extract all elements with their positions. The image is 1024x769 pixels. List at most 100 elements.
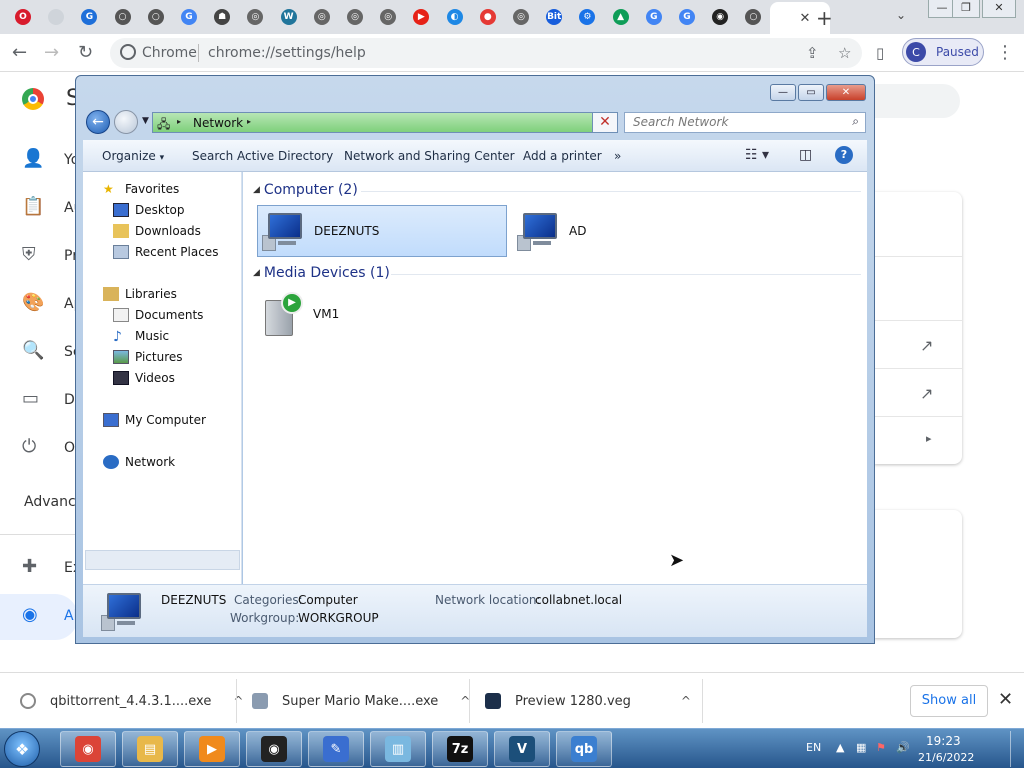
qbittorrent-taskbar[interactable]: qb <box>556 731 612 767</box>
7zip-taskbar[interactable]: 7z <box>432 731 488 767</box>
browser-tab[interactable]: G <box>639 5 669 29</box>
search-active-directory-button[interactable]: Search Active Directory <box>192 149 333 163</box>
browser-restore-button[interactable]: ❐ <box>952 0 980 18</box>
reload-icon[interactable]: ↻ <box>78 42 93 63</box>
forward-button[interactable] <box>114 110 138 134</box>
nav-network[interactable]: Network <box>103 455 175 469</box>
browser-icon[interactable]: ▭ <box>22 388 39 409</box>
organize-button[interactable]: Organize ▾ <box>102 149 164 163</box>
collapse-triangle-icon[interactable]: ◢ <box>253 268 260 278</box>
vegas-taskbar[interactable]: V <box>494 731 550 767</box>
network-tray-icon[interactable]: ▦ <box>856 741 866 754</box>
recent-pages-dropdown-icon[interactable]: ▼ <box>142 116 149 126</box>
shield-icon[interactable]: ⛨ <box>22 244 36 265</box>
nav-pictures[interactable]: Pictures <box>113 350 183 364</box>
browser-tab[interactable]: O <box>8 5 38 29</box>
open-external-icon[interactable]: ↗ <box>920 384 933 403</box>
browser-tab[interactable]: G <box>74 5 104 29</box>
browser-tab[interactable]: ◎ <box>240 5 270 29</box>
download-item[interactable]: Super Mario Make....exe ^ <box>252 693 470 709</box>
browser-tab[interactable]: G <box>174 5 204 29</box>
share-icon[interactable]: ⇪ <box>806 44 819 62</box>
media-device-item-vm1[interactable]: ▶ VM1 <box>257 288 457 340</box>
breadcrumb-arrow-icon[interactable]: ▸ <box>177 117 181 126</box>
clipboard-icon[interactable]: 📋 <box>22 196 44 217</box>
nav-my-computer[interactable]: My Computer <box>103 413 206 427</box>
browser-tab[interactable]: ◎ <box>373 5 403 29</box>
volume-icon[interactable]: 🔊 <box>896 741 910 754</box>
stop-x-icon[interactable]: ✕ <box>592 112 618 133</box>
computer-item-ad[interactable]: AD <box>513 205 713 257</box>
back-arrow-icon[interactable]: ← <box>12 42 27 63</box>
search-icon[interactable]: 🔍 <box>22 340 44 361</box>
notepad-taskbar[interactable]: ▥ <box>370 731 426 767</box>
language-indicator[interactable]: EN <box>806 741 821 754</box>
url-text[interactable]: chrome://settings/help <box>208 45 366 61</box>
group-header-computer[interactable]: ◢ Computer (2) <box>253 182 358 198</box>
back-button[interactable]: ← <box>86 110 110 134</box>
collapse-triangle-icon[interactable]: ◢ <box>253 185 260 195</box>
chevron-right-icon[interactable]: ▸ <box>926 432 932 445</box>
computer-item-deeznuts[interactable]: DEEZNUTS <box>257 205 507 257</box>
puzzle-icon[interactable]: ✚ <box>22 556 37 577</box>
action-center-icon[interactable]: ⚑ <box>876 741 886 754</box>
breadcrumb-network[interactable]: Network <box>193 116 243 130</box>
chevron-up-icon[interactable]: ^ <box>233 694 243 708</box>
start-button[interactable]: ❖ <box>4 731 40 767</box>
show-all-button[interactable]: Show all <box>910 685 988 717</box>
settings-search-box[interactable] <box>870 84 960 118</box>
search-icon[interactable]: ⌕ <box>852 114 859 129</box>
media-player-taskbar[interactable]: ▶ <box>184 731 240 767</box>
breadcrumb-arrow-icon[interactable]: ▸ <box>247 117 251 126</box>
minimize-button[interactable]: — <box>770 84 796 101</box>
close-tab-icon[interactable]: ✕ <box>800 11 811 26</box>
power-icon[interactable]: ⏻ <box>22 436 36 457</box>
chevron-up-icon[interactable]: ^ <box>681 694 691 708</box>
address-bar[interactable]: 🖧 ▸ Network ▸ ▼ <box>152 112 618 133</box>
nav-videos[interactable]: Videos <box>113 371 175 385</box>
paint-taskbar[interactable]: ✎ <box>308 731 364 767</box>
show-hidden-icons-chevron[interactable]: ▲ <box>836 741 844 754</box>
person-icon[interactable]: 👤 <box>22 148 44 169</box>
chrome-taskbar[interactable]: ◉ <box>60 731 116 767</box>
clock-date[interactable]: 21/6/2022 <box>918 751 974 764</box>
nav-documents[interactable]: Documents <box>113 308 203 322</box>
preview-pane-icon[interactable]: ◫ <box>799 147 812 163</box>
bookmark-star-icon[interactable]: ☆ <box>838 44 851 62</box>
palette-icon[interactable]: 🎨 <box>22 292 44 313</box>
search-input[interactable]: Search Network ⌕ <box>624 112 866 133</box>
explorer-taskbar[interactable]: ▤ <box>122 731 178 767</box>
profile-button[interactable]: C Paused <box>902 38 984 66</box>
browser-tab[interactable]: ◎ <box>307 5 337 29</box>
clock-time[interactable]: 19:23 <box>926 734 961 748</box>
browser-close-button[interactable]: ✕ <box>982 0 1016 18</box>
browser-tab[interactable]: ◎ <box>340 5 370 29</box>
browser-tab[interactable]: ◎ <box>506 5 536 29</box>
nav-recent-places[interactable]: Recent Places <box>113 245 218 259</box>
nav-downloads[interactable]: Downloads <box>113 224 201 238</box>
tab-search-chevron-icon[interactable]: ⌄ <box>896 8 906 22</box>
browser-tab[interactable]: ● <box>473 5 503 29</box>
help-icon[interactable]: ? <box>835 146 853 164</box>
browser-tab[interactable]: ☗ <box>207 5 237 29</box>
nav-favorites[interactable]: ★ Favorites <box>103 182 179 196</box>
download-item[interactable]: qbittorrent_4.4.3.1....exe ^ <box>20 693 243 709</box>
menu-kebab-icon[interactable]: ⋮ <box>996 42 1014 63</box>
nav-music[interactable]: ♪ Music <box>113 329 169 345</box>
nav-libraries[interactable]: Libraries <box>103 287 177 301</box>
browser-tab[interactable]: ▶ <box>406 5 436 29</box>
address-bar[interactable]: Chrome chrome://settings/help ⇪ ☆ <box>110 38 862 68</box>
open-external-icon[interactable]: ↗ <box>920 336 933 355</box>
more-commands-button[interactable]: » <box>614 149 621 163</box>
obs-taskbar[interactable]: ◉ <box>246 731 302 767</box>
show-desktop-button[interactable] <box>1010 731 1022 767</box>
browser-tab[interactable]: ○ <box>141 5 171 29</box>
browser-tab[interactable]: W <box>274 5 304 29</box>
browser-tab[interactable]: ▲ <box>606 5 636 29</box>
browser-tab[interactable]: G <box>672 5 702 29</box>
browser-tab[interactable]: ◐ <box>440 5 470 29</box>
add-printer-button[interactable]: Add a printer <box>523 149 602 163</box>
browser-tab[interactable]: ⚙ <box>572 5 602 29</box>
browser-tab[interactable]: ◉ <box>705 5 735 29</box>
download-item[interactable]: Preview 1280.veg ^ <box>485 693 691 709</box>
